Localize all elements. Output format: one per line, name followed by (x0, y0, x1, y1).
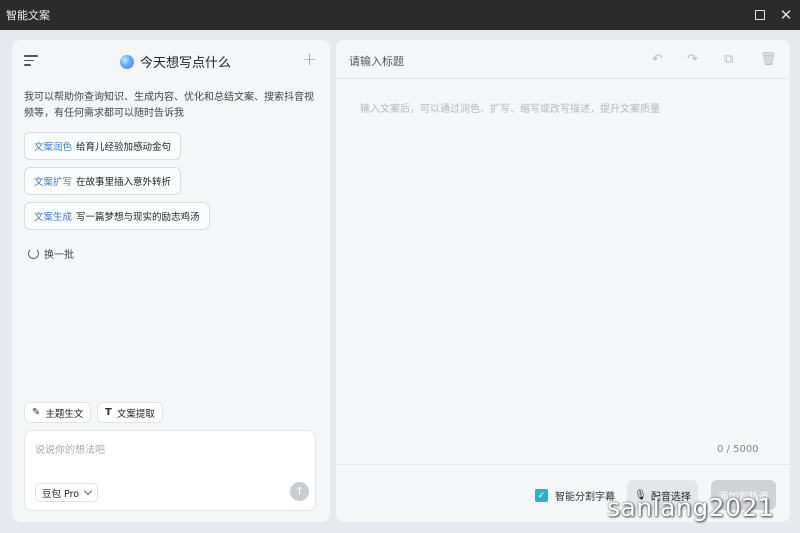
assistant-panel: 今天想写点什么 + 我可以帮助你查询知识、生成内容、优化和总结文案、搜索抖音视频… (12, 40, 330, 522)
editor-panel: 请输入标题 ↶ ↷ ⧉ 🗑 输入文案后，可以通过润色、扩写、缩写或改写描述，提升… (336, 40, 790, 522)
checkbox-checked-icon[interactable]: ✓ (535, 489, 548, 502)
maximize-icon (755, 10, 765, 20)
send-button[interactable]: ↑ (290, 482, 309, 501)
title-bar: 智能文案 ✕ (0, 0, 800, 30)
divider (336, 78, 790, 79)
watermark: sanlang2021 (607, 493, 775, 522)
close-icon: ✕ (779, 6, 793, 24)
assistant-header: 今天想写点什么 (120, 52, 231, 71)
title-input[interactable]: 请输入标题 (349, 53, 404, 69)
divider (336, 464, 790, 465)
arrow-up-icon: ↑ (294, 485, 305, 498)
maximize-button[interactable] (749, 0, 771, 30)
assistant-title: 今天想写点什么 (140, 56, 232, 71)
refresh-suggestions-button[interactable]: 换一批 (28, 246, 74, 261)
pen-sparkle-icon: ✎ (32, 407, 41, 418)
assistant-orb-icon (120, 54, 134, 69)
model-name: 豆包 Pro (42, 488, 80, 500)
copy-icon[interactable]: ⧉ (724, 52, 733, 67)
suggestion-text: 给育儿经验加感动金句 (76, 142, 172, 153)
tool-label: 主题生文 (45, 408, 84, 420)
subtitle-label: 智能分割字幕 (555, 492, 615, 503)
suggestion-tag: 文案润色 (34, 142, 73, 153)
tool-label: 文案提取 (116, 408, 155, 420)
text-extract-button[interactable]: T 文案提取 (97, 402, 163, 423)
refresh-label: 换一批 (44, 250, 74, 261)
topic-generate-button[interactable]: ✎ 主题生文 (24, 402, 92, 423)
close-button[interactable]: ✕ (775, 0, 797, 30)
menu-icon[interactable] (24, 55, 38, 69)
smart-subtitle-toggle[interactable]: ✓ 智能分割字幕 (535, 488, 615, 503)
new-chat-plus-icon[interactable]: + (302, 50, 317, 70)
trash-icon[interactable]: 🗑 (760, 52, 777, 67)
refresh-icon (28, 248, 39, 259)
chat-placeholder: 说说你的想法吧 (35, 445, 105, 456)
chevron-down-icon (83, 486, 93, 496)
model-select[interactable]: 豆包 Pro (35, 483, 99, 502)
text-t-icon: T (105, 407, 112, 418)
suggestion-text: 写一篇梦想与现实的励志鸡汤 (76, 212, 200, 223)
body-textarea[interactable]: 输入文案后，可以通过润色、扩写、缩写或改写描述，提升文案质量 (360, 100, 660, 115)
chat-input-box[interactable]: 说说你的想法吧 豆包 Pro ↑ (24, 430, 316, 511)
suggestion-chip[interactable]: 文案生成 写一篇梦想与现实的励志鸡汤 (24, 202, 210, 230)
suggestion-text: 在故事里插入意外转折 (76, 177, 172, 188)
window-title: 智能文案 (6, 9, 50, 22)
redo-icon[interactable]: ↷ (687, 52, 698, 67)
suggestion-chip[interactable]: 文案扩写 在故事里插入意外转折 (24, 167, 182, 195)
suggestion-chip[interactable]: 文案润色 给育儿经验加感动金句 (24, 132, 182, 160)
char-counter: 0 / 5000 (717, 444, 759, 455)
undo-icon[interactable]: ↶ (652, 52, 663, 67)
assistant-intro: 我可以帮助你查询知识、生成内容、优化和总结文案、搜索抖音视频等，有任何需求都可以… (24, 92, 314, 119)
suggestion-tag: 文案扩写 (34, 177, 73, 188)
suggestion-tag: 文案生成 (34, 212, 73, 223)
